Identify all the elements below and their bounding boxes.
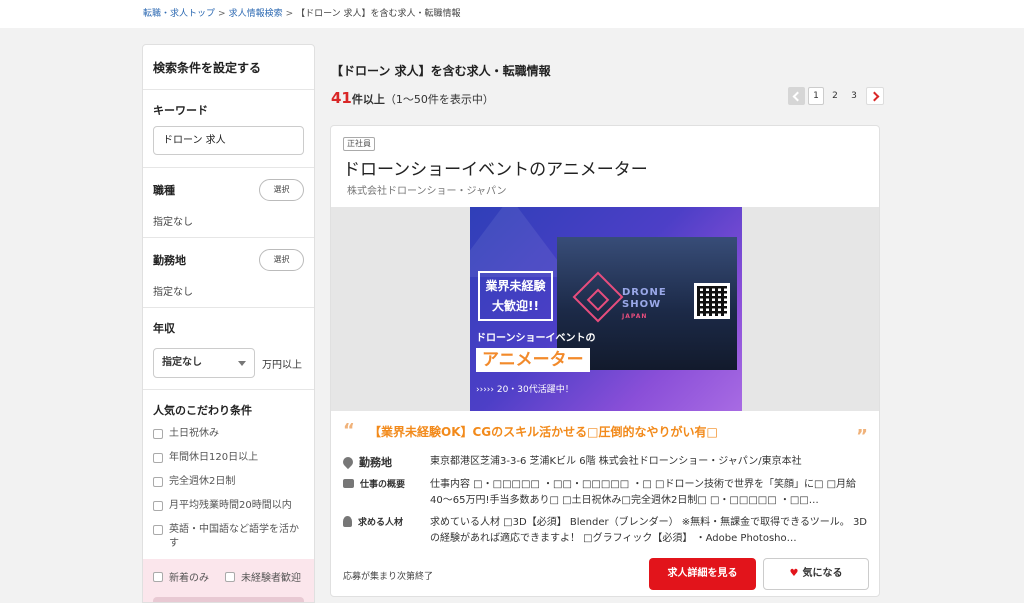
work-info-value: 仕事内容 □・□□□□□ ・□□・□□□□□ ・□ □ドローン技術で世界を「笑顔… xyxy=(430,479,857,506)
location-info-value: 東京都港区芝浦3-3-6 芝浦Kビル 6階 株式会社ドローンショー・ジャパン/東… xyxy=(430,456,802,467)
preference-label: 完全週休2日制 xyxy=(169,476,236,487)
breadcrumb: 転職・求人トップ > 求人情報検索 > 【ドローン 求人】を含む求人・転職情報 xyxy=(143,6,461,19)
checkbox[interactable] xyxy=(153,501,163,511)
preferences-list: 土日祝休み 年間休日120日以上 完全週休2日制 月平均残業時間20時間以内 英… xyxy=(153,427,304,551)
talent-info-label-text: 求める人材 xyxy=(358,518,404,528)
preference-item[interactable]: 英語・中国語など語学を活かす xyxy=(153,523,304,551)
talent-info-value: 求めている人材 □3D【必須】 Blender（ブレンダー） ※無料・無課金で取… xyxy=(430,517,868,544)
job-detail-button[interactable]: 求人詳細を見る xyxy=(649,558,756,590)
preference-item[interactable]: 月平均残業時間20時間以内 xyxy=(153,499,304,513)
preference-label: 土日祝休み xyxy=(169,428,219,439)
breadcrumb-top-link[interactable]: 転職・求人トップ xyxy=(143,9,215,19)
page-number[interactable]: 3 xyxy=(846,87,862,105)
work-info-label-text: 仕事の概要 xyxy=(360,480,406,490)
job-card: 正社員 ドローンショーイベントのアニメーター 株式会社ドローンショー・ジャパン … xyxy=(330,125,880,597)
logo-line-3: JAPAN xyxy=(622,313,648,320)
pagination: 1 2 3 xyxy=(788,87,884,105)
banner-decoration xyxy=(470,207,570,277)
prev-page-button[interactable] xyxy=(788,87,805,105)
job-image-area: 業界未経験 大歓迎!! DRONE SHOW JAPAN ドローンショーイベント… xyxy=(331,207,879,411)
preference-item[interactable]: 年間休日120日以上 xyxy=(153,451,304,465)
inexperienced-checkbox[interactable] xyxy=(225,571,235,582)
favorite-button-label: 気になる xyxy=(802,568,843,579)
checkbox[interactable] xyxy=(153,525,163,535)
quick-filter-bar: 新着のみ 未経験者歓迎 xyxy=(143,559,314,602)
job-title[interactable]: ドローンショーイベントのアニメーター xyxy=(343,155,648,180)
preference-label: 英語・中国語など語学を活かす xyxy=(169,524,299,549)
work-info-label: 仕事の概要 xyxy=(343,477,405,490)
preferences-label: 人気のこだわり条件 xyxy=(153,404,252,417)
breadcrumb-search-link[interactable]: 求人情報検索 xyxy=(229,9,283,19)
keyword-section: キーワード ドローン 求人 xyxy=(143,90,314,168)
location-section: 勤務地 選択 指定なし xyxy=(143,238,314,308)
jobtype-value: 指定なし xyxy=(153,217,193,228)
drone-show-logo-text: DRONE SHOW JAPAN xyxy=(622,287,667,323)
qr-code-icon xyxy=(694,283,730,319)
search-sidebar: 検索条件を設定する キーワード ドローン 求人 職種 選択 指定なし 勤務地 選… xyxy=(142,44,315,603)
catch-copy-text: 【業界未経験OK】CGのスキル活かせる□圧倒的なやりがい有□ xyxy=(369,425,718,439)
page-title: 【ドローン 求人】を含む求人・転職情報 xyxy=(331,64,551,78)
keyword-input[interactable]: ドローン 求人 xyxy=(153,126,304,155)
catch-copy: “ 【業界未経験OK】CGのスキル活かせる□圧倒的なやりがい有□ ” xyxy=(343,420,868,447)
employment-type-badge: 正社員 xyxy=(343,137,375,151)
banner-footer: ››››› 20・30代活躍中！ xyxy=(476,385,574,395)
inexperienced-label[interactable]: 未経験者歓迎 xyxy=(241,569,301,584)
preference-label: 月平均残業時間20時間以内 xyxy=(169,500,292,511)
salary-unit: 万円以上 xyxy=(262,359,302,371)
location-value: 指定なし xyxy=(153,287,193,298)
new-only-checkbox[interactable] xyxy=(153,571,163,582)
application-status: 応募が集まり次第終了 xyxy=(343,572,434,582)
banner-subtitle: ドローンショーイベントの xyxy=(476,333,596,344)
banner-headline: アニメーター xyxy=(476,348,590,372)
breadcrumb-separator: > xyxy=(218,9,226,19)
info-location: 勤務地 東京都港区芝浦3-3-6 芝浦Kビル 6階 株式会社ドローンショー・ジャ… xyxy=(340,454,868,470)
new-only-label[interactable]: 新着のみ xyxy=(169,569,209,584)
page-number[interactable]: 2 xyxy=(827,87,843,105)
info-talent: 求める人材 求めている人材 □3D【必須】 Blender（ブレンダー） ※無料… xyxy=(343,515,868,547)
company-name: 株式会社ドローンショー・ジャパン xyxy=(347,186,507,197)
sidebar-heading: 検索条件を設定する xyxy=(143,45,314,90)
preference-item[interactable]: 土日祝休み xyxy=(153,427,304,441)
person-icon xyxy=(343,516,352,527)
checkbox[interactable] xyxy=(153,477,163,487)
job-banner-image[interactable]: 業界未経験 大歓迎!! DRONE SHOW JAPAN ドローンショーイベント… xyxy=(470,207,742,411)
salary-selected-value: 指定なし xyxy=(162,357,202,368)
chevron-down-icon xyxy=(238,361,246,366)
logo-line-1: DRONE xyxy=(622,287,667,298)
logo-line-2: SHOW xyxy=(622,299,662,310)
jobtype-section: 職種 選択 指定なし xyxy=(143,168,314,238)
next-page-button[interactable] xyxy=(866,87,884,105)
briefcase-icon xyxy=(343,479,354,488)
preference-label: 年間休日120日以上 xyxy=(169,452,259,463)
location-info-label: 勤務地 xyxy=(340,454,392,470)
result-count-suffix: 件以上 xyxy=(351,93,385,106)
map-pin-icon xyxy=(340,454,356,470)
favorite-button[interactable]: ♥ 気になる xyxy=(763,558,869,590)
heart-icon: ♥ xyxy=(789,568,799,579)
open-quote-icon: “ xyxy=(343,420,355,441)
breadcrumb-separator: > xyxy=(285,9,294,19)
talent-info-label: 求める人材 xyxy=(343,515,403,528)
result-count-number: 41 xyxy=(331,89,352,107)
page-number-current[interactable]: 1 xyxy=(808,87,824,105)
salary-section: 年収 指定なし 万円以上 xyxy=(143,308,314,390)
breadcrumb-current: 【ドローン 求人】を含む求人・転職情報 xyxy=(296,9,461,19)
result-count: 41件以上（1〜50件を表示中） xyxy=(331,89,494,107)
top-bar: 転職・求人トップ > 求人情報検索 > 【ドローン 求人】を含む求人・転職情報 xyxy=(0,0,1024,28)
checkbox[interactable] xyxy=(153,453,163,463)
banner-inexperienced-text: 業界未経験 大歓迎!! xyxy=(478,271,553,321)
keyword-label: キーワード xyxy=(153,104,208,117)
close-quote-icon: ” xyxy=(856,426,868,447)
preference-item[interactable]: 完全週休2日制 xyxy=(153,475,304,489)
location-select-button[interactable]: 選択 xyxy=(259,249,304,271)
preferences-section: 人気のこだわり条件 土日祝休み 年間休日120日以上 完全週休2日制 月平均残業… xyxy=(143,390,314,561)
result-range: （1〜50件を表示中） xyxy=(384,93,494,106)
search-submit-button[interactable] xyxy=(153,597,304,602)
info-work: 仕事の概要 仕事内容 □・□□□□□ ・□□・□□□□□ ・□ □ドローン技術で… xyxy=(343,477,868,509)
checkbox[interactable] xyxy=(153,429,163,439)
salary-select[interactable]: 指定なし xyxy=(153,348,255,378)
location-info-label-text: 勤務地 xyxy=(359,456,392,469)
jobtype-select-button[interactable]: 選択 xyxy=(259,179,304,201)
salary-label: 年収 xyxy=(153,322,175,335)
